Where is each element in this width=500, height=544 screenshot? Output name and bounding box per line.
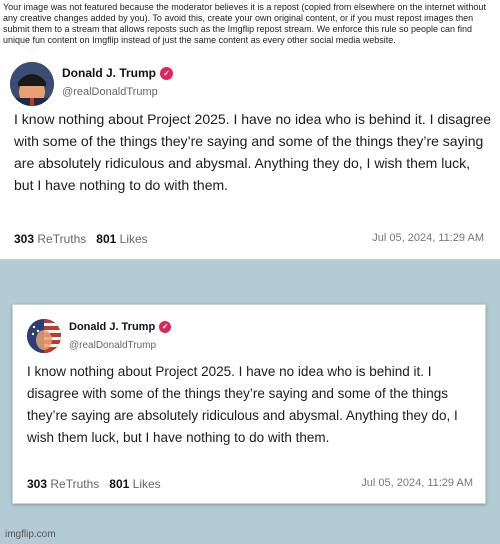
likes-count[interactable]: 801 (96, 232, 116, 246)
avatar[interactable] (27, 319, 61, 353)
retruths-label: ReTruths (37, 232, 87, 246)
post-stats: 303 ReTruths 801 Likes (14, 232, 148, 246)
repost-notice: Your image was not featured because the … (0, 0, 500, 52)
likes-count[interactable]: 801 (109, 477, 129, 491)
likes-label: Likes (119, 232, 148, 246)
post-timestamp[interactable]: Jul 05, 2024, 11:29 AM (361, 477, 473, 489)
avatar-image (27, 319, 61, 353)
retruths-count[interactable]: 303 (27, 477, 47, 491)
post-body: I know nothing about Project 2025. I hav… (27, 364, 458, 445)
truth-post-copy: Donald J. Trump ✓ @realDonaldTrump I know… (12, 304, 486, 504)
display-name-text: Donald J. Trump (62, 66, 157, 80)
post-body: I know nothing about Project 2025. I hav… (14, 111, 492, 193)
user-handle[interactable]: @realDonaldTrump (69, 340, 156, 351)
display-name[interactable]: Donald J. Trump ✓ (69, 321, 172, 334)
user-handle[interactable]: @realDonaldTrump (62, 86, 158, 98)
avatar-image (10, 62, 54, 106)
post-stats: 303 ReTruths 801 Likes (27, 477, 161, 491)
verified-check-icon: ✓ (160, 67, 174, 81)
verified-check-icon: ✓ (159, 321, 172, 334)
likes-label: Likes (132, 477, 161, 491)
retruths-label: ReTruths (50, 477, 100, 491)
display-name-text: Donald J. Trump (69, 321, 156, 333)
retruths-count[interactable]: 303 (14, 232, 34, 246)
avatar[interactable] (10, 62, 54, 106)
display-name[interactable]: Donald J. Trump ✓ (62, 66, 174, 81)
imgflip-watermark: imgflip.com (5, 529, 56, 540)
truth-post-original: Donald J. Trump ✓ @realDonaldTrump I know… (0, 52, 500, 260)
post-timestamp[interactable]: Jul 05, 2024, 11:29 AM (372, 232, 484, 244)
